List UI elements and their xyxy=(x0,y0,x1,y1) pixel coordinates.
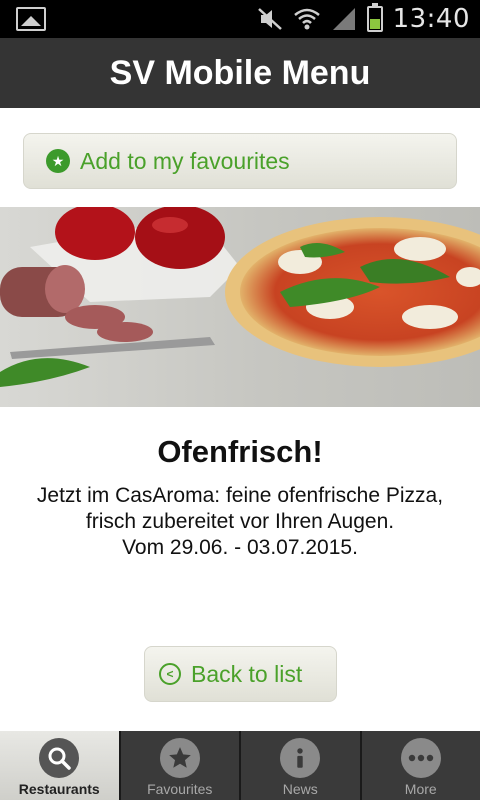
bottom-tab-bar: Restaurants Favourites News More xyxy=(0,731,480,800)
more-icon xyxy=(400,738,441,778)
tab-favourites[interactable]: Favourites xyxy=(121,731,241,800)
pizza-photo xyxy=(0,207,480,407)
status-bar: 13:40 xyxy=(0,0,480,38)
tab-more-label: More xyxy=(404,781,437,797)
battery-icon xyxy=(366,3,383,32)
star-icon: ★ xyxy=(46,149,70,173)
add-to-favourites-label: Add to my favourites xyxy=(80,147,290,174)
status-icons: 13:40 xyxy=(257,0,470,38)
add-to-favourites-button[interactable]: ★ Add to my favourites xyxy=(23,133,457,189)
back-to-list-button[interactable]: < Back to list xyxy=(144,646,337,702)
tab-favourites-label: Favourites xyxy=(147,781,213,797)
article-line: frisch zubereitet vor Ihren Augen. xyxy=(85,510,395,533)
wifi-icon xyxy=(293,8,320,30)
tab-more[interactable]: More xyxy=(362,731,480,800)
article-title: Ofenfrisch! xyxy=(157,434,323,469)
article-body: Jetzt im CasAroma: feine ofenfrische Piz… xyxy=(10,483,470,561)
signal-icon xyxy=(332,8,355,30)
tab-restaurants-label: Restaurants xyxy=(18,781,100,797)
info-icon xyxy=(280,738,321,778)
back-arrow-icon: < xyxy=(159,663,181,685)
search-icon xyxy=(39,738,80,778)
status-time: 13:40 xyxy=(392,4,470,34)
app-header: SV Mobile Menu xyxy=(0,38,480,108)
star-icon xyxy=(159,738,200,778)
tab-news-label: News xyxy=(282,781,318,797)
tab-news[interactable]: News xyxy=(241,731,362,800)
back-to-list-label: Back to list xyxy=(191,660,303,687)
article-line: Jetzt im CasAroma: feine ofenfrische Piz… xyxy=(36,484,444,507)
tab-restaurants[interactable]: Restaurants xyxy=(0,731,121,800)
gallery-notification-icon xyxy=(16,7,46,31)
article-line: Vom 29.06. - 03.07.2015. xyxy=(122,536,358,559)
app-title: SV Mobile Menu xyxy=(109,53,371,92)
mute-icon xyxy=(257,8,282,30)
